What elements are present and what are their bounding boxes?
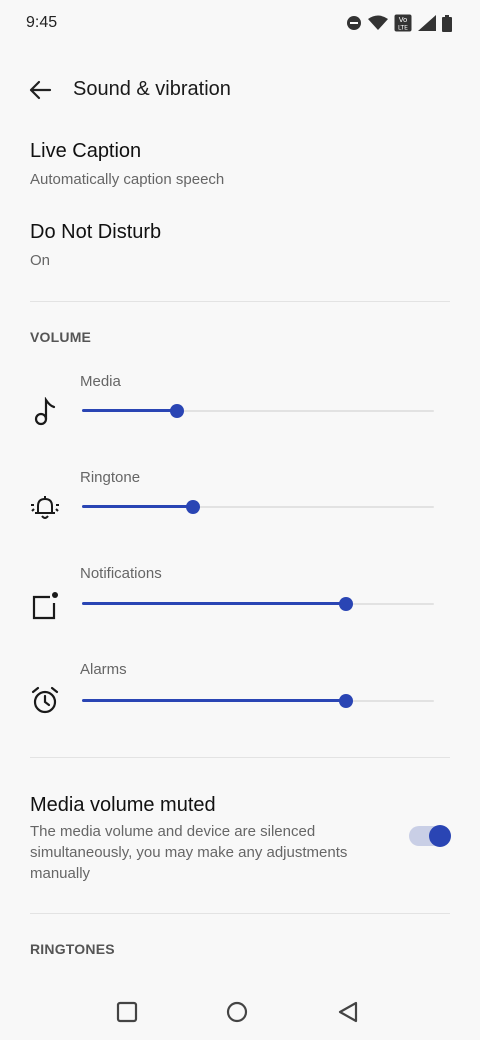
- navigation-bar: [0, 990, 480, 1040]
- ringtone-volume-row: Ringtone: [0, 469, 480, 549]
- slider-fill: [82, 602, 346, 605]
- music-note-icon: [34, 397, 56, 426]
- ring-bell-icon: [31, 496, 59, 519]
- status-bar: 9:45 Vo LTE: [0, 0, 480, 46]
- ringtones-section-header: RINGTONES: [30, 941, 115, 957]
- svg-text:LTE: LTE: [398, 25, 408, 32]
- ringtone-volume-slider[interactable]: [82, 495, 434, 519]
- recents-square-icon[interactable]: [111, 996, 143, 1028]
- alarm-clock-icon: [31, 686, 59, 714]
- do-not-disturb-summary: On: [30, 252, 51, 269]
- media-volume-slider[interactable]: [82, 399, 434, 423]
- notifications-volume-row: Notifications: [0, 565, 480, 645]
- slider-thumb[interactable]: [339, 597, 353, 611]
- notification-icon: [32, 592, 58, 620]
- app-bar: Sound & vibration: [0, 64, 480, 116]
- home-circle-icon[interactable]: [221, 996, 253, 1028]
- do-not-disturb-pref[interactable]: Do Not Disturb On: [30, 221, 450, 269]
- live-caption-summary: Automatically caption speech: [30, 171, 225, 188]
- notifications-volume-slider[interactable]: [82, 592, 434, 616]
- alarms-volume-slider[interactable]: [82, 689, 434, 713]
- divider: [30, 301, 450, 302]
- back-triangle-icon[interactable]: [332, 996, 364, 1028]
- slider-thumb[interactable]: [185, 500, 200, 514]
- live-caption-title: Live Caption: [30, 140, 142, 162]
- alarms-volume-label: Alarms: [80, 661, 127, 678]
- battery-icon: [442, 14, 452, 32]
- status-icons: Vo LTE: [346, 14, 452, 32]
- wifi-icon: [368, 15, 388, 30]
- do-not-disturb-title: Do Not Disturb: [30, 221, 162, 243]
- toggle-thumb: [429, 825, 451, 847]
- slider-thumb[interactable]: [170, 404, 185, 418]
- media-volume-muted-toggle[interactable]: [409, 824, 451, 848]
- media-volume-label: Media: [80, 373, 121, 390]
- notifications-volume-label: Notifications: [80, 565, 162, 582]
- slider-fill: [82, 699, 346, 702]
- divider: [30, 757, 450, 758]
- media-volume-row: Media: [0, 373, 480, 453]
- media-volume-muted-summary: The media volume and device are silenced…: [30, 823, 348, 882]
- status-time: 9:45: [26, 14, 58, 31]
- do-not-disturb-icon: [347, 16, 361, 30]
- live-caption-pref[interactable]: Live Caption Automatically caption speec…: [30, 140, 450, 188]
- slider-thumb[interactable]: [339, 694, 353, 708]
- ringtone-volume-label: Ringtone: [80, 469, 141, 486]
- slider-fill: [82, 409, 178, 412]
- media-volume-muted-title: Media volume muted: [30, 794, 216, 816]
- slider-fill: [82, 505, 193, 508]
- volte-icon: Vo LTE: [394, 14, 412, 32]
- page-title: Sound & vibration: [73, 78, 231, 100]
- svg-text:Vo: Vo: [399, 16, 408, 24]
- arrow-back-icon[interactable]: [26, 76, 54, 104]
- alarms-volume-row: Alarms: [0, 661, 480, 741]
- volume-section-header: VOLUME: [30, 329, 92, 345]
- cell-signal-icon: [418, 15, 436, 31]
- divider: [30, 913, 450, 914]
